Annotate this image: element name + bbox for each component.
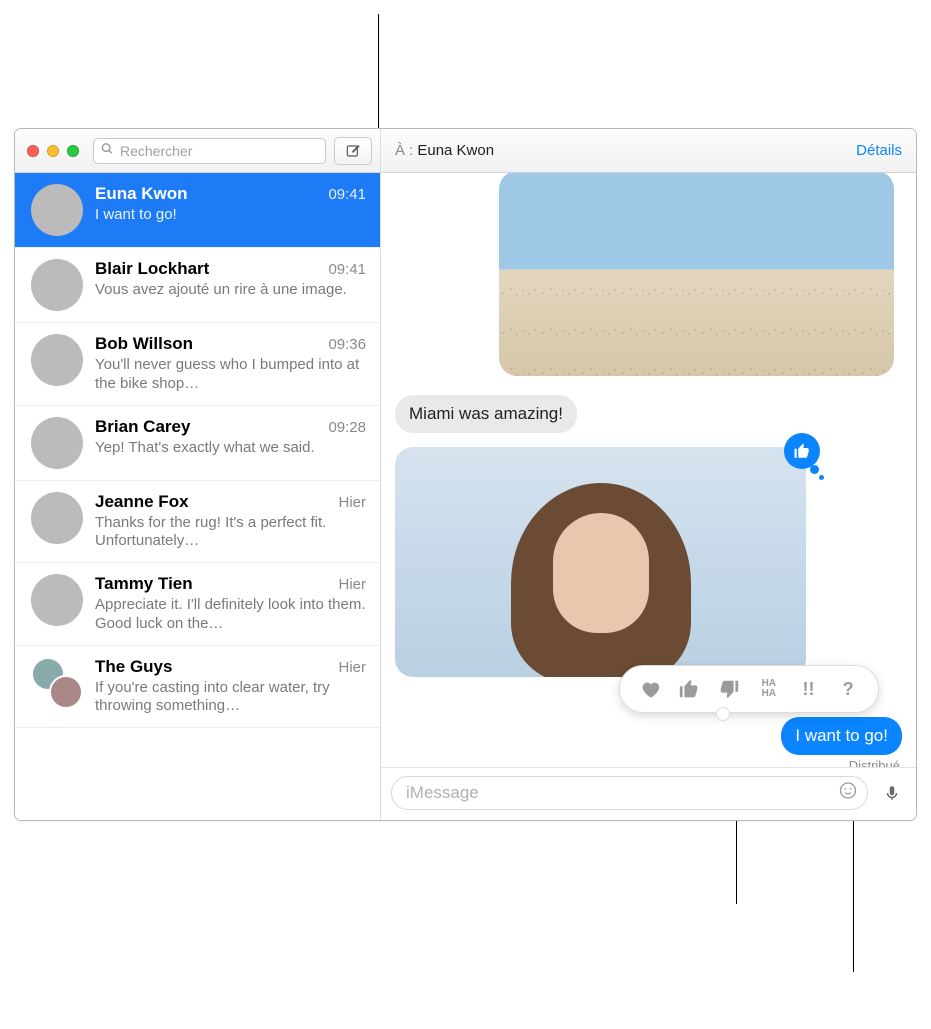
tapback-exclaim[interactable]: !! xyxy=(793,674,823,704)
conversation-item-euna-kwon[interactable]: Euna Kwon 09:41 I want to go! xyxy=(15,173,380,248)
image-attachment-portrait[interactable] xyxy=(395,447,806,677)
to-name: Euna Kwon xyxy=(417,142,494,159)
conversation-time: Hier xyxy=(338,659,366,676)
zoom-window-button[interactable] xyxy=(67,145,79,157)
tapback-haha[interactable]: HA HA xyxy=(754,674,784,704)
compose-button[interactable] xyxy=(334,137,372,165)
details-button[interactable]: Détails xyxy=(856,142,902,159)
avatar-group xyxy=(31,657,83,709)
to-label: À : xyxy=(395,142,413,159)
search-icon xyxy=(100,141,114,160)
sidebar: Euna Kwon 09:41 I want to go! Blair Lock… xyxy=(15,129,381,820)
incoming-message[interactable]: Miami was amazing! xyxy=(395,395,577,433)
conversation-item-jeanne-fox[interactable]: Jeanne Fox Hier Thanks for the rug! It's… xyxy=(15,481,380,564)
emoji-picker-button[interactable] xyxy=(838,781,858,806)
titlebar xyxy=(15,129,380,173)
conversation-time: 09:36 xyxy=(328,336,366,353)
tapback-thumbs-down[interactable] xyxy=(714,674,744,704)
avatar xyxy=(31,574,83,626)
delivery-status: Distribué xyxy=(391,758,906,767)
search-input[interactable] xyxy=(93,138,326,164)
conversation-time: 09:41 xyxy=(328,186,366,203)
avatar xyxy=(31,334,83,386)
avatar xyxy=(31,492,83,544)
conversation-preview: If you're casting into clear water, try … xyxy=(95,679,366,717)
conversation-item-the-guys[interactable]: The Guys Hier If you're casting into cle… xyxy=(15,646,380,729)
conversation-name: Tammy Tien xyxy=(95,574,193,594)
conversation-preview: You'll never guess who I bumped into at … xyxy=(95,356,366,394)
conversation-time: Hier xyxy=(338,494,366,511)
conversation-item-blair-lockhart[interactable]: Blair Lockhart 09:41 Vous avez ajouté un… xyxy=(15,248,380,323)
window-controls xyxy=(23,145,79,157)
image-attachment-beach[interactable] xyxy=(499,173,894,376)
avatar xyxy=(31,259,83,311)
conversation-item-brian-carey[interactable]: Brian Carey 09:28 Yep! That's exactly wh… xyxy=(15,406,380,481)
conversation-preview: Thanks for the rug! It's a perfect fit. … xyxy=(95,514,366,552)
tapback-heart[interactable] xyxy=(635,674,665,704)
conversation-name: Blair Lockhart xyxy=(95,259,209,279)
conversation-preview: Appreciate it. I'll definitely look into… xyxy=(95,596,366,634)
conversation-preview: Vous avez ajouté un rire à une image. xyxy=(95,281,366,300)
image-attachment-portrait-wrap xyxy=(395,447,806,677)
message-input[interactable] xyxy=(391,776,868,810)
composer xyxy=(381,767,916,820)
tapback-menu: HA HA !! ? xyxy=(619,665,879,713)
dictation-button[interactable] xyxy=(878,779,906,807)
conversation-name: Jeanne Fox xyxy=(95,492,189,512)
conversation-time: 09:41 xyxy=(328,261,366,278)
message-thread: Miami was amazing! xyxy=(381,173,916,767)
tapback-badge-thumbs-up[interactable] xyxy=(784,433,820,469)
conversation-item-tammy-tien[interactable]: Tammy Tien Hier Appreciate it. I'll defi… xyxy=(15,563,380,646)
tapback-question[interactable]: ? xyxy=(833,674,863,704)
conversation-name: Bob Willson xyxy=(95,334,193,354)
avatar xyxy=(31,184,83,236)
conversation-list: Euna Kwon 09:41 I want to go! Blair Lock… xyxy=(15,173,380,820)
conversation-preview: I want to go! xyxy=(95,206,366,225)
conversation-name: Brian Carey xyxy=(95,417,190,437)
conversation-name: The Guys xyxy=(95,657,172,677)
conversation-time: 09:28 xyxy=(328,419,366,436)
conversation-header: À : Euna Kwon Détails xyxy=(381,129,916,173)
minimize-window-button[interactable] xyxy=(47,145,59,157)
close-window-button[interactable] xyxy=(27,145,39,157)
conversation-preview: Yep! That's exactly what we said. xyxy=(95,439,366,458)
messages-window: Euna Kwon 09:41 I want to go! Blair Lock… xyxy=(14,128,917,821)
tapback-thumbs-up[interactable] xyxy=(674,674,704,704)
sent-message[interactable]: I want to go! xyxy=(781,717,902,755)
conversation-time: Hier xyxy=(338,576,366,593)
search-wrap xyxy=(93,138,326,164)
avatar xyxy=(31,417,83,469)
conversation-pane: À : Euna Kwon Détails Miami was amazing! xyxy=(381,129,916,820)
conversation-item-bob-willson[interactable]: Bob Willson 09:36 You'll never guess who… xyxy=(15,323,380,406)
conversation-name: Euna Kwon xyxy=(95,184,188,204)
